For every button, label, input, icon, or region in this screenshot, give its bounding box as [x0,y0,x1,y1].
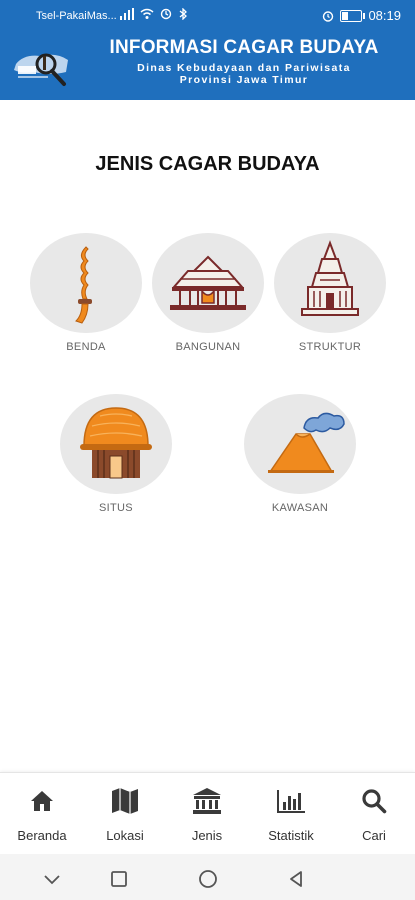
volcano-icon [268,412,345,473]
carrier-name: Tsel-PakaiMas... [36,10,117,22]
temple-icon [301,240,359,316]
bar-chart-icon [277,790,305,813]
map-icon [112,788,138,814]
square-icon [111,871,127,887]
category-label: SITUS [99,502,133,514]
recent-apps-button[interactable] [107,867,131,891]
nav-item-statistik[interactable]: Statistik [251,785,331,843]
back-button[interactable] [284,867,308,891]
battery-icon [340,9,366,22]
keris-icon [75,246,92,324]
bluetooth-icon [179,8,187,20]
category-label: KAWASAN [271,502,329,514]
category-label: BENDA [66,341,106,353]
page-title: JENIS CAGAR BUDAYA [95,153,320,175]
hut-icon [80,407,152,479]
nav-label: Lokasi [106,828,144,843]
category-situs[interactable]: SITUS [54,394,178,514]
nav-label: Cari [362,828,386,843]
category-circle [244,394,356,494]
chevron-down-icon [44,875,60,885]
category-circle [60,394,172,494]
category-label: STRUKTUR [298,341,362,353]
category-circle [30,233,142,333]
status-right: 08:19 [322,8,401,23]
app-logo [14,53,68,86]
app-title: INFORMASI CAGAR BUDAYA [109,37,379,58]
clock: 08:19 [368,8,401,23]
category-label: BANGUNAN [175,341,241,353]
category-kawasan[interactable]: KAWASAN [238,394,362,514]
category-bangunan[interactable]: BANGUNAN [146,233,270,353]
nav-item-jenis[interactable]: Jenis [167,785,247,843]
bottom-navigation: Beranda Lokasi Jenis Statistik Cari [0,772,415,855]
bank-icon [193,788,221,814]
nav-item-cari[interactable]: Cari [334,785,414,843]
nav-label: Beranda [17,828,67,843]
pendopo-icon [170,255,246,310]
category-circle [274,233,386,333]
sync-icon [160,8,172,20]
circle-icon [199,870,217,888]
alarm-icon [323,10,334,22]
wifi-icon [140,8,154,19]
category-benda[interactable]: BENDA [24,233,148,353]
home-button[interactable] [196,867,220,891]
nav-label: Statistik [268,828,314,843]
nav-down-button[interactable] [40,867,64,891]
app-subtitle-province: Provinsi Jawa Timur [179,74,309,86]
app-subtitle-agency: Dinas Kebudayaan dan Pariwisata [137,62,351,74]
status-icons [120,8,188,20]
category-circle [152,233,264,333]
back-triangle-icon [290,871,302,887]
app-header: Tsel-PakaiMas... 08:19 INFORMASI CAGAR B… [0,0,415,100]
signal-icon [120,8,134,20]
search-icon [362,789,387,814]
home-icon [31,791,53,811]
nav-item-lokasi[interactable]: Lokasi [85,785,165,843]
status-bar: Tsel-PakaiMas... 08:19 [0,0,415,32]
system-nav-bar [0,854,415,900]
nav-item-beranda[interactable]: Beranda [2,785,82,843]
nav-label: Jenis [191,828,223,843]
category-struktur[interactable]: STRUKTUR [268,233,392,353]
